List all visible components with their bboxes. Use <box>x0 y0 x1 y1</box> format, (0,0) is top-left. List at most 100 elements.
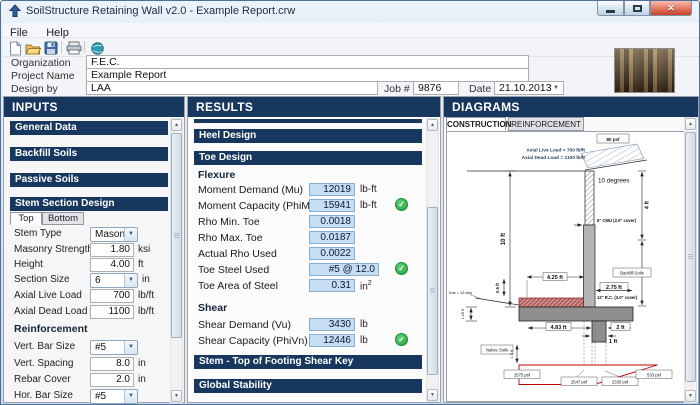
field-label: Rebar Cover <box>14 374 71 385</box>
tab-construction[interactable]: CONSTRUCTION <box>446 117 506 131</box>
save-button[interactable] <box>42 40 60 56</box>
results-panel: RESULTS Heel Design Toe Design Flexure M… <box>187 96 441 403</box>
menu-help[interactable]: Help <box>39 26 76 39</box>
section-size-select[interactable]: 6 ▼ <box>90 273 138 288</box>
scroll-down-button[interactable]: ▼ <box>427 389 438 401</box>
slope-angle-label: 10 degrees <box>598 178 630 185</box>
field-unit: ksi <box>138 244 150 255</box>
section-stem-section-design[interactable]: Stem Section Design <box>10 197 168 211</box>
project-name-input[interactable]: Example Report <box>86 68 529 82</box>
scroll-down-button[interactable]: ▼ <box>171 390 182 402</box>
section-stem-shear-key[interactable]: Stem - Top of Footing Shear Key <box>194 355 422 369</box>
key-depth-label: 1.5 ft <box>510 349 514 358</box>
title-bar[interactable]: SoilStructure Retaining Wall v2.0 - Exam… <box>1 1 699 23</box>
result-value: 0.0018 <box>309 215 355 228</box>
wall-height-label: 10 ft <box>501 233 507 245</box>
field-unit: in <box>142 274 150 285</box>
shear-key <box>592 321 606 342</box>
results-scrolled-bar-sliver <box>194 119 422 123</box>
axial-live-load-input[interactable]: 700 <box>90 289 134 303</box>
construction-diagram: 80 psf Axial Live Load = 700 lb/ft Axial… <box>447 132 687 401</box>
scrollbar-thumb[interactable] <box>427 207 438 375</box>
result-unit: lb <box>360 335 368 346</box>
tab-reinforcement[interactable]: REINFORCEMENT <box>508 117 584 131</box>
field-row-height: Height 4.00 ft <box>4 258 184 273</box>
field-row-vert-bar-size: Vert. Bar Size #5 ▼ <box>4 340 184 355</box>
vert-bar-size-select[interactable]: #5 ▼ <box>90 340 138 355</box>
axial-live-load-label: Axial Live Load = 700 lb/ft <box>526 148 585 154</box>
print-button[interactable] <box>65 40 83 56</box>
hor-bar-size-select[interactable]: #5 ▼ <box>90 389 138 404</box>
result-value: 0.0022 <box>309 247 355 260</box>
scroll-up-button[interactable]: ▲ <box>427 119 438 131</box>
section-toe-design[interactable]: Toe Design <box>194 151 422 165</box>
footing-thickness-label: 1.25 ft <box>461 308 465 319</box>
section-backfill-soils[interactable]: Backfill Soils <box>10 147 168 161</box>
select-value: #5 <box>95 342 106 353</box>
surcharge-hatch <box>581 144 644 168</box>
toe-slope-label: Kae = 13 deg <box>449 291 472 295</box>
scroll-down-button[interactable]: ▼ <box>685 390 696 402</box>
close-button[interactable]: ✕ <box>650 1 692 16</box>
result-label: Moment Demand (Mu) <box>198 184 303 196</box>
result-row-rho-min: Rho Min. Toe 0.0018 <box>188 216 440 231</box>
job-number-input[interactable]: 9876 <box>413 81 459 95</box>
printer-icon <box>66 41 82 55</box>
result-row-actual-rho: Actual Rho Used 0.0022 <box>188 248 440 263</box>
result-label: Rho Max. Toe <box>198 232 263 244</box>
result-row-shear-capacity: Shear Capacity (PhiVn) 12446 lb ✓ <box>188 335 440 350</box>
footing <box>519 307 633 321</box>
thumb-grip <box>174 233 179 238</box>
result-row-moment-capacity: Moment Capacity (PhiMn) 15941 lb-ft ✓ <box>188 200 440 215</box>
section-global-stability[interactable]: Global Stability <box>194 379 422 393</box>
pass-check-icon: ✓ <box>395 333 408 346</box>
field-label: Axial Dead Load <box>14 306 87 317</box>
pass-check-icon: ✓ <box>395 198 408 211</box>
height-input[interactable]: 4.00 <box>90 258 134 272</box>
open-file-button[interactable] <box>24 40 42 56</box>
tab-top[interactable]: Top <box>10 212 42 225</box>
results-scrollbar[interactable]: ▲ ▼ <box>426 118 439 402</box>
maximize-button[interactable] <box>624 1 650 16</box>
diagrams-panel: DIAGRAMS CONSTRUCTION REINFORCEMENT <box>443 96 699 403</box>
minimize-button[interactable] <box>597 1 624 16</box>
new-file-button[interactable] <box>6 40 24 56</box>
pressure-toe-label: 2575 psf <box>514 373 531 378</box>
organization-input[interactable]: F.E.C. <box>86 55 529 69</box>
toe-soil-hatch <box>519 298 584 307</box>
menu-file[interactable]: File <box>3 26 35 39</box>
select-value: #5 <box>95 391 106 402</box>
field-unit: lb/ft <box>138 306 154 317</box>
inputs-scrollbar[interactable]: ▲ ▼ <box>170 118 183 403</box>
field-row-vert-spacing: Vert. Spacing 8.0 in <box>4 357 184 372</box>
field-unit: lb/ft <box>138 290 154 301</box>
scroll-up-button[interactable]: ▲ <box>685 118 696 130</box>
result-row-toe-steel-area: Toe Area of Steel 0.31 in2 <box>188 280 440 295</box>
result-value: 12446 <box>309 334 355 347</box>
date-value: 21.10.2013 <box>499 82 552 94</box>
date-picker[interactable]: 21.10.2013 ▼ <box>494 81 564 95</box>
section-heel-design[interactable]: Heel Design <box>194 129 422 143</box>
field-label: Stem Type <box>14 228 62 239</box>
report-button[interactable] <box>88 40 106 56</box>
design-by-input[interactable]: LAA <box>86 81 378 95</box>
rc-label: 12" R.C. (3.0" cover) <box>597 295 638 300</box>
tab-bottom[interactable]: Bottom <box>42 212 84 225</box>
field-row-axial-live-load: Axial Live Load 700 lb/ft <box>4 289 184 304</box>
field-row-rebar-cover: Rebar Cover 2.0 in <box>4 373 184 388</box>
scrollbar-thumb[interactable] <box>171 133 182 338</box>
rebar-cover-input[interactable]: 2.0 <box>90 373 134 387</box>
scroll-up-button[interactable]: ▲ <box>171 119 182 131</box>
axial-dead-load-input[interactable]: 1100 <box>90 305 134 319</box>
chevron-down-icon[interactable]: ▼ <box>550 83 562 93</box>
section-general-data[interactable]: General Data <box>10 121 168 135</box>
diagrams-scrollbar[interactable]: ▲ ▼ <box>684 117 697 403</box>
pressure-heel-label: 533 psf <box>647 373 662 378</box>
section-passive-soils[interactable]: Passive Soils <box>10 173 168 187</box>
inputs-panel: INPUTS General Data Backfill Soils Passi… <box>3 96 185 403</box>
stem-type-select[interactable]: Masonry ▼ <box>90 227 138 242</box>
thumb-grip <box>688 254 693 259</box>
scrollbar-thumb[interactable] <box>685 132 696 382</box>
masonry-strength-input[interactable]: 1.80 <box>90 243 134 257</box>
vert-spacing-input[interactable]: 8.0 <box>90 357 134 371</box>
